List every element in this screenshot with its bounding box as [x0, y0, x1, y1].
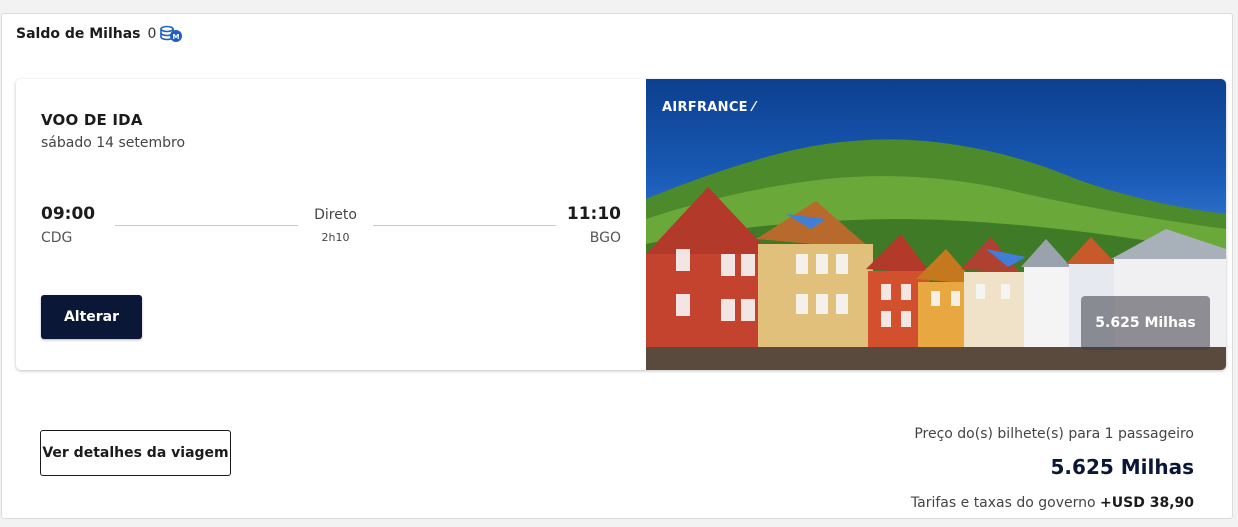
- miles-balance-value: 0: [147, 26, 157, 42]
- price-caption: Preço do(s) bilhete(s) para 1 passageiro: [914, 426, 1194, 442]
- promo-price-badge: 5.625 Milhas: [1081, 296, 1210, 350]
- destination-image: AIRFRANCE ⁄ 5.625 Milhas: [646, 79, 1226, 370]
- change-flight-button[interactable]: Alterar: [41, 295, 142, 339]
- leg-date: sábado 14 setembro: [41, 135, 186, 151]
- airline-logo: AIRFRANCE ⁄: [662, 100, 755, 115]
- stops-label: Direto: [314, 207, 357, 223]
- departure-time: 09:00: [41, 204, 96, 224]
- airline-slash-icon: ⁄: [752, 100, 756, 115]
- route-line: [373, 225, 556, 226]
- trip-details-button[interactable]: Ver detalhes da viagem: [40, 430, 231, 476]
- route-line: [115, 225, 298, 226]
- booking-panel: Saldo de Milhas 0 M VOO DE IDA sábado 14…: [1, 13, 1233, 519]
- flight-card: VOO DE IDA sábado 14 setembro 09:00 CDG …: [16, 79, 1226, 370]
- arrival-time: 11:10: [566, 204, 621, 224]
- miles-balance-label: Saldo de Milhas: [16, 26, 141, 42]
- miles-balance: Saldo de Milhas 0 M: [16, 24, 185, 44]
- arrival-airport: BGO: [589, 230, 621, 246]
- taxes-label: Tarifas e taxas do governo: [910, 495, 1096, 511]
- taxes-line: Tarifas e taxas do governo +USD 38,90: [911, 495, 1194, 511]
- leg-title: VOO DE IDA: [41, 111, 143, 129]
- miles-coin-icon: M: [157, 24, 185, 44]
- departure-airport: CDG: [41, 230, 73, 246]
- taxes-value: +USD 38,90: [1100, 495, 1194, 511]
- duration-label: 2h10: [321, 231, 350, 244]
- price-total: 5.625 Milhas: [1050, 455, 1194, 479]
- svg-text:M: M: [173, 33, 180, 41]
- flight-info: VOO DE IDA sábado 14 setembro 09:00 CDG …: [16, 79, 646, 370]
- airline-name: AIRFRANCE: [662, 100, 748, 115]
